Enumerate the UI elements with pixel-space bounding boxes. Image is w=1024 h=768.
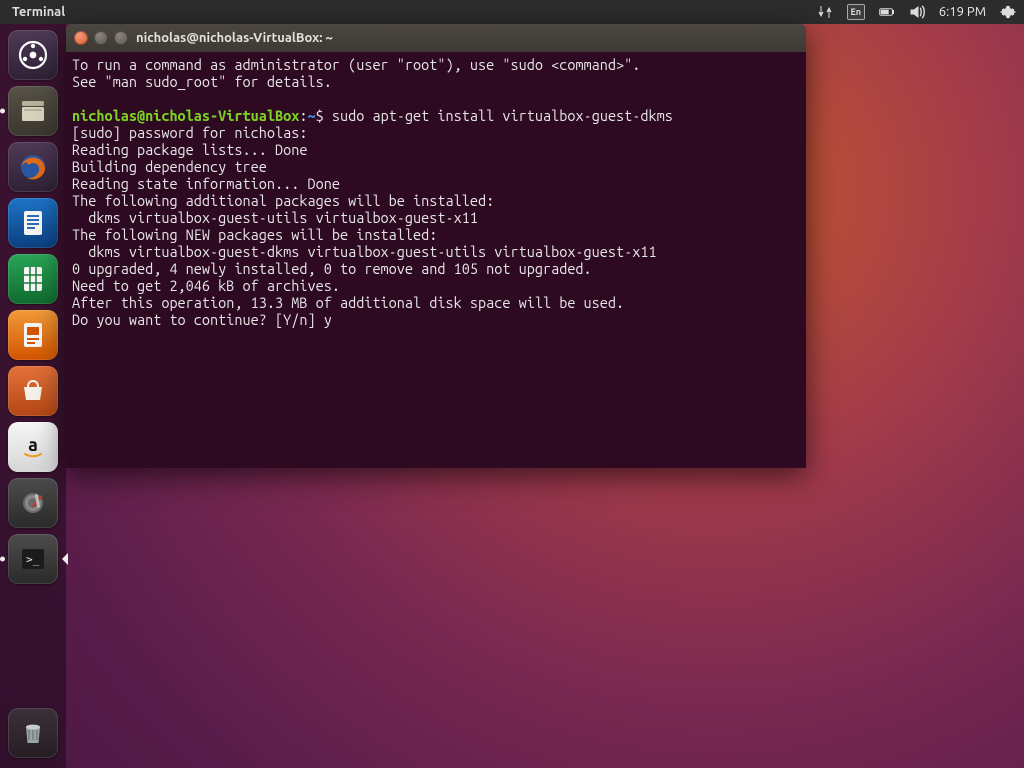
- keyboard-layout-indicator[interactable]: En: [847, 4, 865, 20]
- volume-icon[interactable]: [909, 4, 925, 20]
- calc-icon[interactable]: [8, 254, 58, 304]
- terminal-window: nicholas@nicholas-VirtualBox: ~ To run a…: [66, 24, 806, 468]
- firefox-icon[interactable]: [8, 142, 58, 192]
- system-tray: En 6:19 PM: [817, 4, 1016, 20]
- window-title: nicholas@nicholas-VirtualBox: ~: [136, 31, 333, 45]
- svg-text:a: a: [28, 435, 38, 455]
- terminal-output[interactable]: To run a command as administrator (user …: [66, 52, 806, 468]
- active-app-label: Terminal: [8, 5, 65, 19]
- minimize-icon[interactable]: [94, 31, 108, 45]
- maximize-icon[interactable]: [114, 31, 128, 45]
- battery-icon[interactable]: [879, 4, 895, 20]
- close-icon[interactable]: [74, 31, 88, 45]
- amazon-icon[interactable]: a: [8, 422, 58, 472]
- unity-launcher: a >_: [0, 24, 66, 768]
- clock[interactable]: 6:19 PM: [939, 5, 986, 19]
- impress-icon[interactable]: [8, 310, 58, 360]
- gear-icon[interactable]: [1000, 4, 1016, 20]
- dash-icon[interactable]: [8, 30, 58, 80]
- files-icon[interactable]: [8, 86, 58, 136]
- settings-icon[interactable]: [8, 478, 58, 528]
- software-icon[interactable]: [8, 366, 58, 416]
- window-titlebar[interactable]: nicholas@nicholas-VirtualBox: ~: [66, 24, 806, 52]
- top-menubar: Terminal En 6:19 PM: [0, 0, 1024, 24]
- network-icon[interactable]: [817, 4, 833, 20]
- writer-icon[interactable]: [8, 198, 58, 248]
- terminal-icon[interactable]: >_: [8, 534, 58, 584]
- svg-text:>_: >_: [26, 553, 40, 566]
- trash-icon[interactable]: [8, 708, 58, 758]
